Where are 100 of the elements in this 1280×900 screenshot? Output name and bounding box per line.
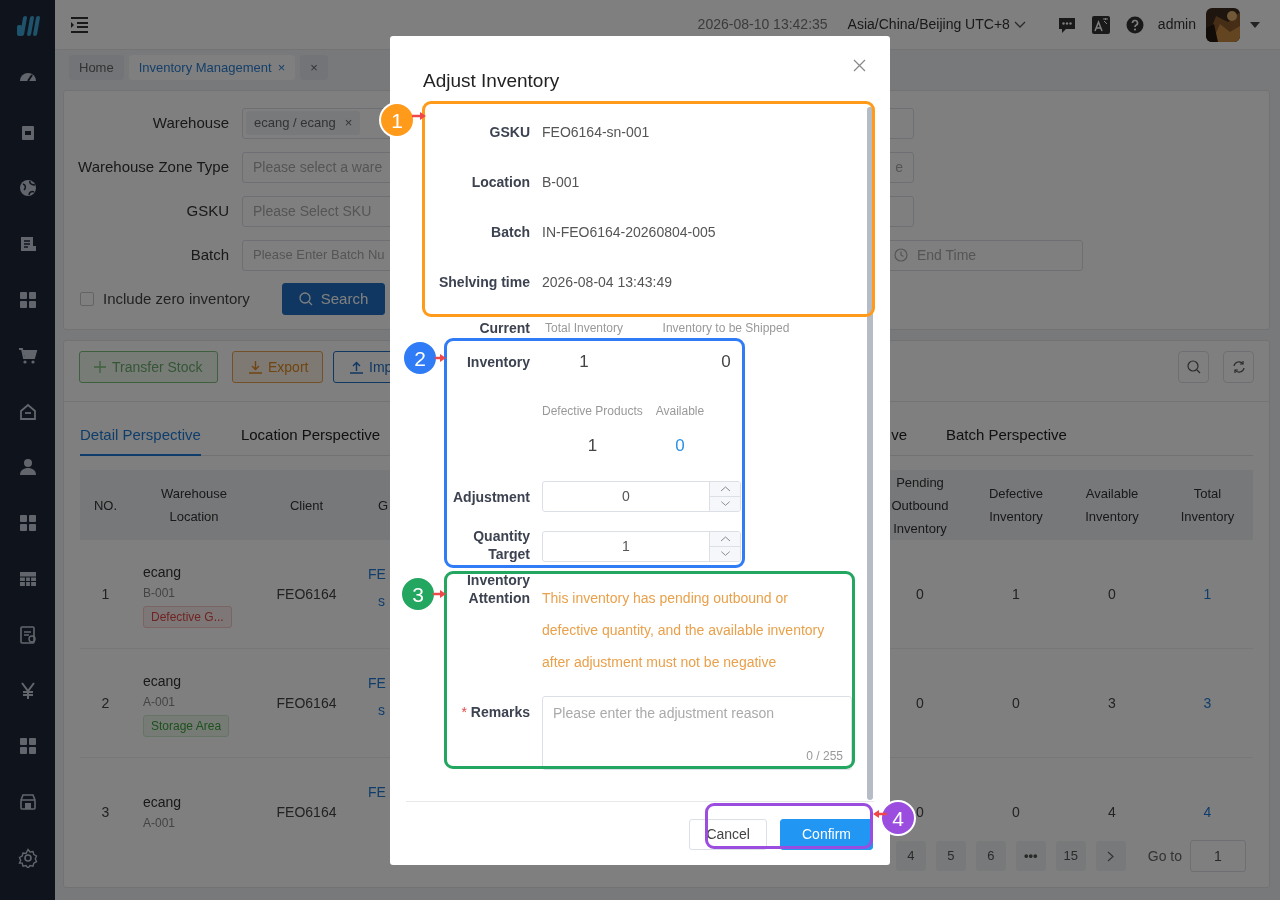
help-icon[interactable] — [1125, 15, 1144, 34]
refresh-button[interactable] — [1223, 351, 1254, 383]
table-cell: 1 — [968, 540, 1064, 649]
grid-icon[interactable] — [17, 736, 38, 757]
location-code: A-001 — [143, 815, 176, 832]
user-icon[interactable] — [17, 457, 38, 478]
scrollbar[interactable] — [867, 107, 873, 800]
view-tab[interactable]: ve — [891, 424, 907, 456]
gsku-link[interactable]: s — [378, 588, 385, 615]
search-icon — [1186, 360, 1201, 374]
upload-icon — [350, 360, 363, 374]
close-icon — [853, 58, 866, 72]
search-button[interactable]: Search — [281, 283, 386, 315]
field-value: IN-FEO6164-20260804-005 — [542, 222, 716, 242]
zone-tag: Defective G... — [143, 605, 232, 628]
placeholder-text: Please enter the adjustment reason — [553, 705, 775, 721]
caret-down-icon[interactable] — [1250, 21, 1260, 28]
pointer-arrow — [433, 590, 446, 598]
field-label: GSKU — [489, 123, 530, 141]
column-header: NO. — [80, 470, 131, 540]
export-button[interactable]: Export — [232, 351, 323, 383]
field-label: Inventory Attention — [467, 571, 530, 607]
gsku-link[interactable]: s — [378, 697, 385, 724]
page-button[interactable]: 6 — [975, 841, 1006, 871]
required-mark: * — [461, 703, 467, 721]
column-header: Warehouse Location — [131, 470, 257, 540]
field-label: Warehouse Zone Type — [77, 156, 230, 177]
table-cell: 1 — [80, 540, 131, 649]
column-label: Available — [655, 403, 705, 420]
zone-tag: Storage Area — [143, 714, 230, 737]
download-icon — [249, 360, 262, 374]
chevron-right-icon — [1107, 850, 1115, 862]
close-all-button[interactable]: × — [300, 55, 328, 80]
field-value: FEO6164-sn-001 — [542, 122, 650, 142]
page-tab[interactable]: Inventory Management × — [128, 55, 296, 80]
grid-icon[interactable] — [17, 290, 38, 311]
total-link[interactable]: 3 — [1203, 692, 1212, 714]
table-cell: FEO6164 — [257, 649, 356, 758]
clock-icon — [894, 248, 908, 262]
view-tab[interactable]: Location Perspective — [240, 424, 381, 456]
page-button[interactable]: 15 — [1055, 841, 1086, 871]
field-value: B-001 — [542, 172, 580, 192]
field-label: Batch — [491, 223, 530, 241]
gsku-link[interactable]: FE — [368, 779, 386, 806]
grid-icon[interactable] — [17, 513, 38, 534]
total-link[interactable]: 4 — [1203, 801, 1212, 823]
quantity-value: 0 — [720, 351, 732, 373]
warehouse-name: ecang — [143, 793, 182, 812]
gsku-link[interactable]: FE — [368, 561, 386, 588]
selected-tag: ecang / ecang × — [246, 111, 361, 135]
datetime-text: 2026-08-10 13:42:35 — [697, 15, 828, 34]
table-cell: 3 — [80, 758, 131, 838]
column-header: Defective Inventory — [968, 470, 1064, 540]
chat-icon[interactable] — [1057, 15, 1076, 34]
page-button[interactable]: 4 — [895, 841, 926, 871]
view-tab[interactable]: Batch Perspective — [946, 424, 1067, 456]
page-tab[interactable]: Home — [69, 55, 124, 80]
table-cell: FEO6164 — [257, 540, 356, 649]
table-cell: 2 — [80, 649, 131, 758]
store-icon[interactable] — [17, 792, 38, 813]
field-label: Shelving time — [438, 273, 530, 291]
total-link[interactable]: 1 — [1203, 583, 1212, 605]
globe-icon[interactable] — [17, 178, 38, 199]
character-counter: 0 / 255 — [806, 748, 843, 765]
gsku-link[interactable]: FE — [368, 670, 386, 697]
location-code: B-001 — [143, 584, 176, 602]
quantity-value: 1 — [587, 435, 598, 457]
cart-icon[interactable] — [17, 345, 38, 366]
page-button[interactable]: 5 — [935, 841, 966, 871]
timezone-text[interactable]: Asia/China/Beijing UTC+8 — [847, 14, 1010, 35]
field-label: Inventory — [467, 353, 530, 372]
search-button[interactable] — [1178, 351, 1209, 383]
settings-icon[interactable] — [17, 848, 38, 869]
field-label: GSKU — [185, 200, 230, 221]
checkbox-label[interactable]: Include zero inventory — [103, 287, 250, 311]
quantity-value: 1 — [578, 351, 590, 373]
quantity-value: 0 — [675, 435, 685, 457]
document-icon[interactable] — [17, 624, 38, 645]
confirm-button[interactable]: Confirm — [780, 819, 873, 850]
chevron-down-icon[interactable] — [1013, 20, 1026, 29]
checkbox[interactable] — [80, 292, 94, 306]
location-code: A-001 — [143, 693, 176, 711]
search-icon — [298, 292, 313, 306]
translate-icon[interactable] — [1091, 15, 1110, 34]
field-value: 2026-08-04 13:43:49 — [542, 272, 672, 292]
home-icon[interactable] — [17, 401, 38, 422]
page-button[interactable]: ••• — [1015, 841, 1046, 871]
menu-icon[interactable] — [70, 16, 89, 33]
pointer-arrow — [435, 354, 446, 362]
page-input[interactable]: 1 — [1190, 840, 1246, 872]
dialog-title: Adjust Inventory — [423, 69, 560, 93]
cancel-button[interactable]: Cancel — [689, 819, 767, 850]
user-name[interactable]: admin — [1157, 14, 1196, 35]
view-tab[interactable]: Detail Perspective — [80, 424, 201, 456]
pointer-arrow — [412, 112, 426, 120]
column-header: Total Inventory — [1160, 470, 1253, 540]
table-cell: 0 — [1064, 540, 1160, 649]
field-label: Current — [479, 319, 530, 338]
plus-icon — [94, 361, 106, 373]
warning-text: This inventory has pending outbound or defective quantity, and the available inventory after adjustment must not be negative — [542, 589, 826, 672]
